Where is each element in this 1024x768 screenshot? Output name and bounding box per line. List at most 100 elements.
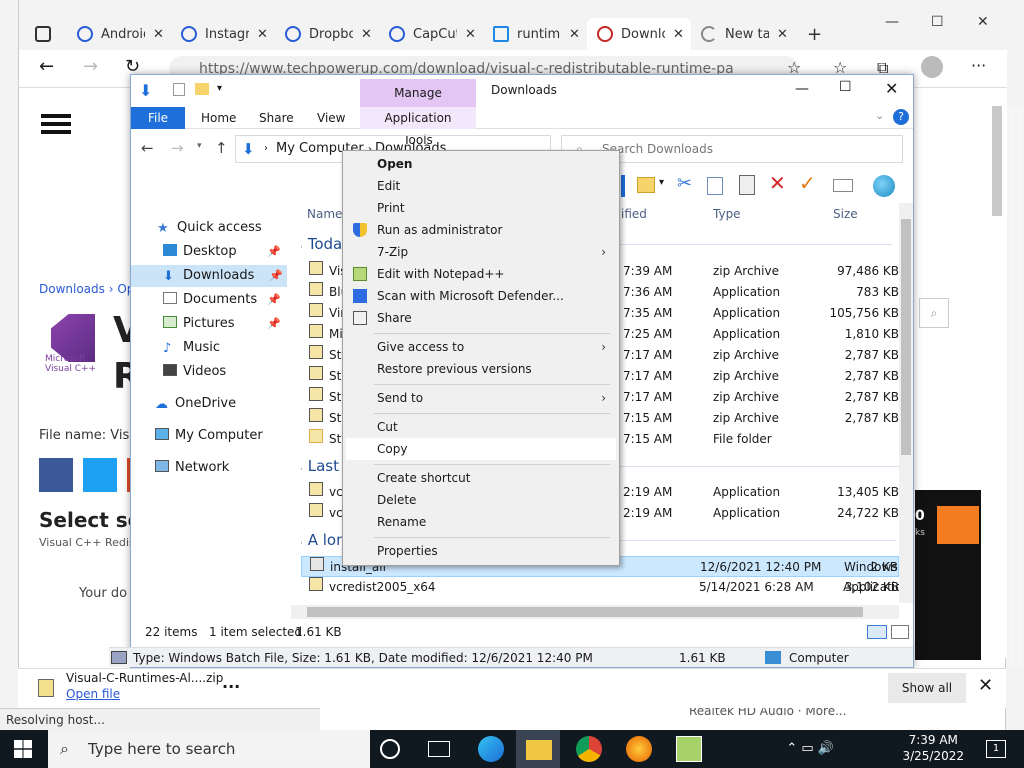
task-view-icon[interactable] [428, 741, 450, 757]
column-name[interactable]: Name [307, 207, 342, 227]
column-date-modified[interactable]: ified [621, 207, 647, 227]
forward-icon[interactable]: → [83, 56, 98, 77]
close-icon[interactable]: ✕ [978, 675, 993, 696]
chevron-down-icon[interactable]: ▾ [659, 177, 664, 188]
menu-cut[interactable]: Cut [346, 416, 616, 438]
breadcrumb[interactable]: Downloads › Op [39, 282, 134, 296]
nav-downloads[interactable]: ⬇ Downloads 📌 [131, 265, 287, 287]
details-view-icon[interactable] [867, 625, 887, 639]
edge-icon[interactable] [478, 736, 504, 762]
file-list-scrollbar-thumb[interactable] [901, 219, 911, 455]
folder-icon[interactable] [637, 177, 655, 193]
tab-share[interactable]: Share [249, 107, 304, 129]
tab-view[interactable]: View [307, 107, 355, 129]
pin-icon[interactable]: 📌 [267, 289, 281, 311]
menu-create-shortcut[interactable]: Create shortcut [346, 467, 616, 489]
windows-start-icon[interactable] [14, 740, 32, 758]
search-icon[interactable]: ⌕ [919, 298, 949, 328]
close-icon[interactable]: ✕ [361, 27, 372, 42]
nav-desktop[interactable]: Desktop 📌 [163, 241, 285, 263]
nav-pictures[interactable]: Pictures 📌 [163, 313, 285, 335]
menu-send-to[interactable]: Send to › [346, 387, 616, 409]
close-icon[interactable]: ✕ [673, 27, 684, 42]
close-icon[interactable]: ✕ [153, 27, 164, 42]
firefox-icon[interactable] [626, 736, 652, 762]
close-icon[interactable]: ✕ [777, 27, 788, 42]
maximize-icon[interactable]: ☐ [931, 14, 944, 30]
tab-new[interactable]: New tab ✕ [691, 18, 795, 50]
menu-delete[interactable]: Delete [346, 489, 616, 511]
close-window-icon[interactable]: ✕ [977, 14, 989, 30]
new-folder-icon[interactable] [195, 83, 209, 95]
tab-application-tools[interactable]: Application Tools [360, 107, 476, 147]
nav-onedrive[interactable]: ☁ OneDrive [155, 393, 236, 415]
check-icon[interactable]: ✓ [799, 171, 816, 195]
menu-print[interactable]: Print [346, 197, 616, 219]
menu-edit-notepadpp[interactable]: Edit with Notepad++ [346, 263, 616, 285]
horizontal-scrollbar-thumb[interactable] [307, 607, 863, 617]
cut-icon[interactable]: ✂ [677, 173, 692, 194]
tab-instagram[interactable]: Instagram ✕ [171, 18, 275, 50]
tab-android[interactable]: Android ✕ [67, 18, 171, 50]
open-file-link[interactable]: Open file [66, 687, 120, 701]
nav-music[interactable]: ♪ Music [163, 337, 220, 359]
tab-runtime[interactable]: runtime ✕ [483, 18, 587, 50]
menu-give-access[interactable]: Give access to › [346, 336, 616, 358]
paste-icon[interactable] [739, 175, 755, 195]
chrome-icon[interactable] [576, 736, 602, 762]
menu-open[interactable]: Open [346, 153, 616, 175]
back-icon[interactable]: ← [141, 139, 154, 157]
system-tray[interactable]: ⌃ ▭ 🔊 [786, 730, 834, 768]
menu-copy[interactable]: Copy [346, 438, 616, 460]
menu-scan-defender[interactable]: Scan with Microsoft Defender... [346, 285, 616, 307]
facebook-icon[interactable] [39, 458, 73, 492]
notifications-icon[interactable]: 1 [986, 740, 1006, 758]
pin-icon[interactable]: 📌 [267, 313, 281, 335]
more-icon[interactable]: ··· [971, 56, 986, 75]
pin-icon[interactable]: 📌 [267, 241, 281, 263]
tab-file[interactable]: File [131, 107, 185, 129]
download-filename[interactable]: Visual-C-Runtimes-Al....zip [66, 671, 223, 685]
more-icon[interactable]: ··· [222, 677, 240, 696]
page-scrollbar[interactable] [1009, 106, 1023, 666]
nav-network[interactable]: Network [155, 457, 229, 479]
help-icon[interactable]: ? [893, 109, 909, 125]
menu-share[interactable]: Share [346, 307, 616, 329]
menu-run-as-administrator[interactable]: Run as administrator [346, 219, 616, 241]
menu-rename[interactable]: Rename [346, 511, 616, 533]
delete-icon[interactable]: ✕ [769, 171, 786, 195]
menu-properties[interactable]: Properties [346, 540, 616, 562]
new-tab-icon[interactable]: + [807, 24, 822, 45]
globe-icon[interactable] [873, 175, 895, 197]
taskbar-search[interactable]: ⌕ Type here to search [48, 730, 370, 768]
tab-capcut[interactable]: CapCut ✕ [379, 18, 483, 50]
forward-icon[interactable]: → [171, 139, 184, 157]
hamburger-icon[interactable] [41, 114, 71, 118]
back-icon[interactable]: ← [39, 56, 54, 77]
tab-dropbox[interactable]: Dropbox ✕ [275, 18, 379, 50]
maximize-icon[interactable]: ☐ [839, 79, 852, 95]
chevron-down-icon[interactable]: ▾ [217, 83, 222, 94]
rename-icon[interactable] [833, 179, 853, 192]
close-icon[interactable]: ✕ [257, 27, 268, 42]
menu-restore-versions[interactable]: Restore previous versions [346, 358, 616, 380]
minimize-icon[interactable]: — [885, 14, 899, 30]
avatar[interactable] [921, 56, 943, 78]
close-icon[interactable]: ✕ [885, 79, 898, 98]
clock[interactable]: 7:39 AM 3/25/2022 [902, 732, 964, 764]
recent-locations-icon[interactable]: ▾ [197, 141, 202, 151]
minimize-icon[interactable]: — [795, 81, 809, 97]
ad-banner[interactable]: 0 ks [915, 490, 981, 660]
tab-downloads[interactable]: Downloads ✕ [587, 18, 691, 50]
pin-icon[interactable]: 📌 [269, 265, 283, 287]
large-icons-view-icon[interactable] [891, 625, 909, 639]
column-type[interactable]: Type [713, 207, 741, 227]
nav-documents[interactable]: Documents 📌 [163, 289, 285, 311]
nav-my-computer[interactable]: My Computer [155, 425, 263, 447]
cortana-icon[interactable] [380, 739, 400, 759]
tab-actions-icon[interactable] [35, 26, 51, 42]
close-icon[interactable]: ✕ [569, 27, 580, 42]
close-icon[interactable]: ✕ [465, 27, 476, 42]
nav-videos[interactable]: Videos [163, 361, 226, 383]
page-scrollbar-thumb[interactable] [992, 106, 1002, 216]
